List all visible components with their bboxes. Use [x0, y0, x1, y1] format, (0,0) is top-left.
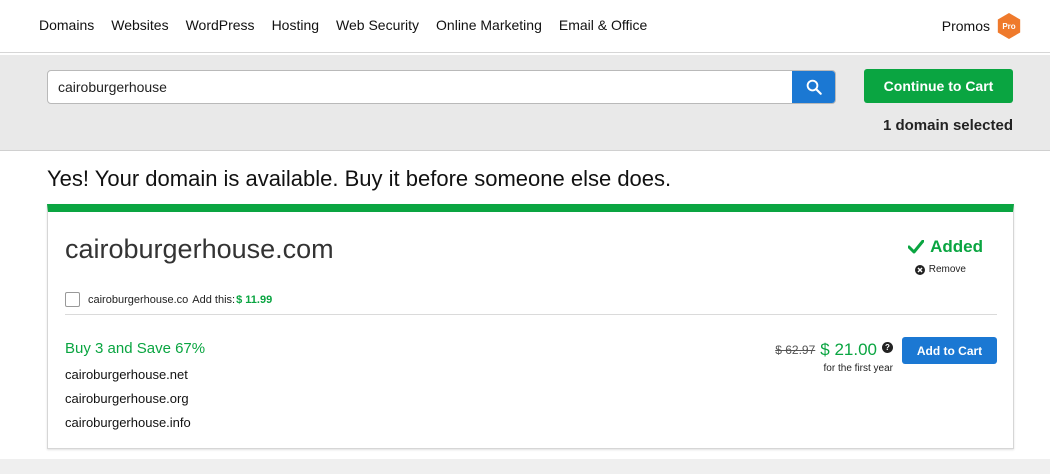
- domain-search-input[interactable]: [48, 71, 793, 103]
- remove-link[interactable]: Remove: [914, 264, 966, 275]
- continue-to-cart-button[interactable]: Continue to Cart: [864, 69, 1013, 103]
- nav-item-hosting[interactable]: Hosting: [272, 17, 319, 33]
- nav-item-domains[interactable]: Domains: [39, 17, 94, 33]
- promos-label: Promos: [941, 18, 990, 34]
- nav-menu: Domains Websites WordPress Hosting Web S…: [39, 17, 647, 33]
- help-icon[interactable]: ?: [882, 341, 893, 353]
- nav-item-email-office[interactable]: Email & Office: [559, 17, 647, 33]
- selected-count-text: 1 domain selected: [882, 117, 1013, 134]
- price-note: for the first year: [823, 363, 893, 374]
- bundle-domain-list: cairoburgerhouse.net cairoburgerhouse.or…: [65, 367, 191, 439]
- search-button[interactable]: [792, 71, 835, 103]
- bottom-strip: [0, 459, 1050, 474]
- remove-icon: [914, 264, 925, 275]
- added-label: Added: [930, 237, 983, 256]
- add-to-cart-button[interactable]: Add to Cart: [902, 337, 997, 364]
- promos-link[interactable]: Promos Pro: [942, 13, 1022, 39]
- availability-headline: Yes! Your domain is available. Buy it be…: [47, 166, 672, 191]
- addon-price: $ 11.99: [236, 293, 273, 306]
- bundle-domain-item: cairoburgerhouse.info: [65, 415, 191, 430]
- pro-badge-icon: Pro: [997, 13, 1021, 39]
- new-price: $ 21.00: [820, 340, 877, 359]
- top-navigation: Domains Websites WordPress Hosting Web S…: [0, 0, 1050, 53]
- bundle-title: Buy 3 and Save 67%: [65, 340, 206, 357]
- added-status: Added: [908, 237, 983, 257]
- old-price: $ 62.97: [775, 343, 816, 357]
- nav-item-wordpress[interactable]: WordPress: [186, 17, 255, 33]
- nav-item-web-security[interactable]: Web Security: [336, 17, 419, 33]
- addon-domain: cairoburgerhouse.co: [88, 293, 189, 306]
- bundle-domain-item: cairoburgerhouse.org: [65, 391, 189, 406]
- remove-label: Remove: [928, 264, 966, 275]
- addon-add-text: Add this:: [192, 293, 236, 306]
- domain-search-box: [47, 70, 836, 104]
- search-bar-area: Continue to Cart 1 domain selected: [0, 55, 1050, 151]
- bundle-price: $ 62.97 $ 21.00 ? for the first year: [775, 340, 893, 374]
- nav-item-websites[interactable]: Websites: [111, 17, 168, 33]
- domain-name: cairoburgerhouse.com: [65, 234, 334, 264]
- card-divider: [65, 314, 997, 315]
- addon-suggestion: cairoburgerhouse.co Add this: $ 11.99: [65, 292, 272, 307]
- check-icon: [908, 240, 925, 254]
- domain-result-card: cairoburgerhouse.com Added Remove cairob…: [47, 204, 1014, 449]
- bundle-domain-item: cairoburgerhouse.net: [65, 367, 188, 382]
- addon-checkbox[interactable]: [65, 292, 80, 307]
- nav-item-online-marketing[interactable]: Online Marketing: [436, 17, 542, 33]
- search-icon: [806, 79, 822, 95]
